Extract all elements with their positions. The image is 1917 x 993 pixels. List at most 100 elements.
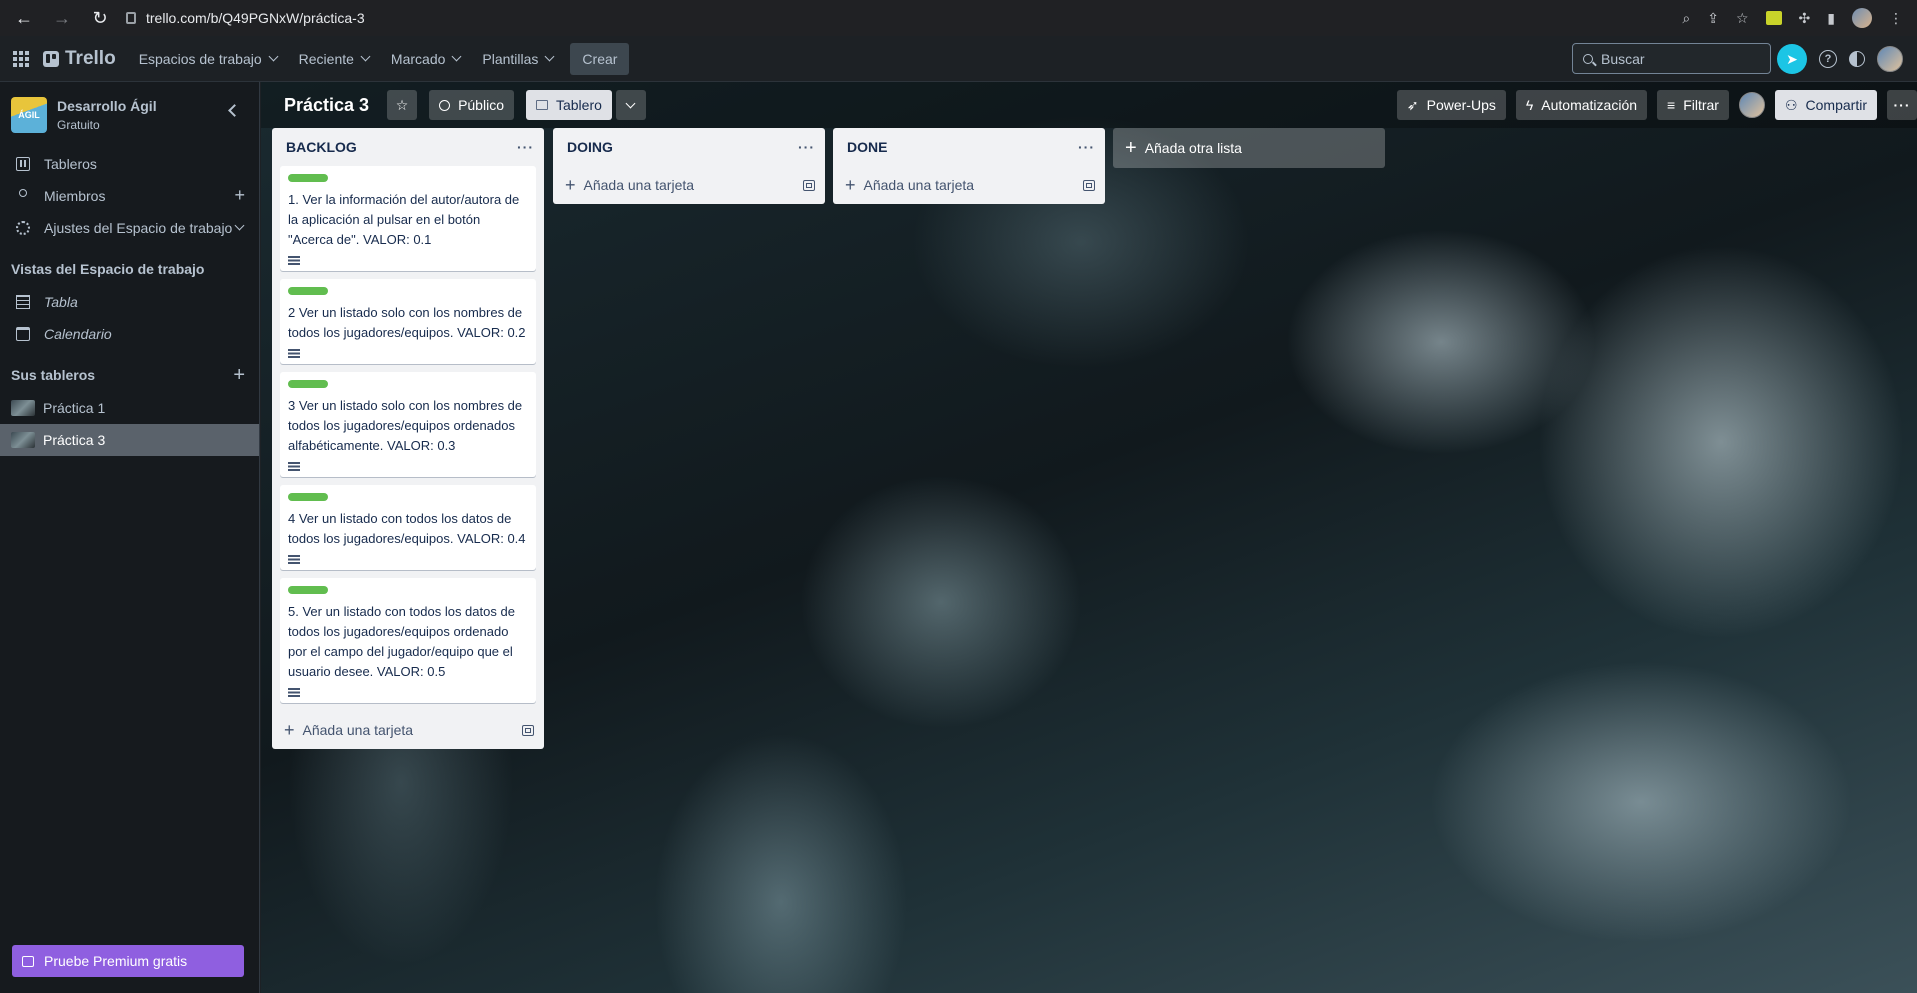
add-card-button[interactable]: + Añada una tarjeta (833, 166, 1105, 204)
trello-logo[interactable]: Trello (43, 48, 116, 70)
menu-recent[interactable]: Reciente (290, 43, 378, 75)
green-label[interactable] (288, 287, 328, 295)
card[interactable]: 3 Ver un listado solo con los nombres de… (280, 372, 536, 477)
board-view-icon (535, 100, 548, 110)
search-input[interactable]: Buscar (1572, 43, 1771, 74)
rocket-icon: ➶ (1406, 96, 1419, 113)
lock-icon (126, 12, 136, 24)
filter-button[interactable]: ≡ Filtrar (1657, 90, 1729, 120)
chevron-down-icon (544, 51, 555, 62)
plus-icon: + (1125, 137, 1137, 159)
plus-icon: + (845, 175, 856, 195)
green-label[interactable] (288, 586, 328, 594)
workspace-name[interactable]: Desarrollo Ágil (57, 98, 157, 114)
account-avatar[interactable] (1877, 46, 1903, 72)
add-member-icon[interactable]: + (234, 186, 245, 204)
star-board-button[interactable]: ☆ (387, 90, 418, 120)
extension-icon[interactable] (1765, 11, 1782, 25)
sidebar-item-calendar[interactable]: Calendario (0, 318, 259, 350)
list-header[interactable]: DONE ··· (833, 128, 1105, 166)
lightning-icon: ϟ (1525, 97, 1534, 113)
card-title: 5. Ver un listado con todos los datos de… (288, 604, 515, 679)
share-button[interactable]: ⚇ Compartir (1774, 90, 1877, 120)
card-template-icon[interactable] (522, 724, 534, 736)
card[interactable]: 1. Ver la información del autor/autora d… (280, 166, 536, 271)
view-switcher-button[interactable] (615, 90, 646, 120)
premium-trial-button[interactable]: Pruebe Premium gratis (12, 945, 244, 977)
list-menu-icon[interactable]: ··· (1078, 139, 1095, 155)
card-title: 3 Ver un listado solo con los nombres de… (288, 398, 523, 453)
board-menu-button[interactable]: ··· (1887, 90, 1917, 120)
bookmark-star-icon[interactable]: ☆ (1736, 10, 1749, 27)
member-avatar[interactable] (1738, 92, 1765, 118)
description-icon (288, 688, 300, 697)
automation-button[interactable]: ϟ Automatización (1515, 90, 1648, 120)
board-header: Práctica 3 ☆ Público Tablero ➶ Power-Ups … (261, 82, 1917, 128)
create-button[interactable]: Crear (570, 42, 630, 75)
visibility-button[interactable]: Público (429, 90, 514, 120)
puzzle-icon[interactable]: ✣ (1799, 10, 1811, 27)
list-header[interactable]: BACKLOG ··· (272, 128, 544, 166)
card[interactable]: 2 Ver un listado solo con los nombres de… (280, 279, 536, 364)
workspace-header: ÁGIL Desarrollo Ágil Gratuito (0, 82, 259, 148)
menu-starred[interactable]: Marcado (382, 43, 469, 75)
theme-icon[interactable] (1849, 51, 1865, 67)
list-header[interactable]: DOING ··· (553, 128, 825, 166)
sidebar-item-table[interactable]: Tabla (0, 286, 259, 318)
sidepanel-icon[interactable]: ▮ (1827, 10, 1835, 27)
sidebar-nav: Tableros Miembros + Ajustes del Espacio … (0, 148, 259, 244)
sidebar-board-practica-3[interactable]: Práctica 3 (0, 424, 259, 456)
green-label[interactable] (288, 174, 328, 182)
workspace-sidebar: ÁGIL Desarrollo Ágil Gratuito Tableros M… (0, 82, 260, 993)
gear-icon (16, 221, 30, 235)
green-label[interactable] (288, 493, 328, 501)
sidebar-item-settings[interactable]: Ajustes del Espacio de trabajo (0, 212, 259, 244)
forward-icon[interactable]: → (52, 8, 72, 29)
sidebar-board-practica-1[interactable]: Práctica 1 (0, 392, 259, 424)
list-menu-icon[interactable]: ··· (798, 139, 815, 155)
profile-avatar[interactable] (1852, 8, 1872, 28)
add-board-icon[interactable]: + (233, 364, 245, 387)
add-list-button[interactable]: + Añada otra lista (1113, 128, 1385, 168)
browser-nav: ← → ↻ (0, 8, 110, 29)
card-title: 4 Ver un listado con todos los datos de … (288, 511, 526, 546)
app-switcher-icon[interactable] (13, 50, 29, 67)
sidebar-item-boards[interactable]: Tableros (0, 148, 259, 180)
zoom-icon[interactable]: ⌕ (1682, 10, 1690, 27)
globe-icon (439, 99, 451, 111)
header-menu: Espacios de trabajo Reciente Marcado Pla… (130, 43, 563, 75)
green-label[interactable] (288, 380, 328, 388)
back-icon[interactable]: ← (14, 8, 34, 29)
add-card-button[interactable]: + Añada una tarjeta (553, 166, 825, 204)
url-text[interactable]: trello.com/b/Q49PGNxW/práctica-3 (146, 10, 365, 26)
description-icon (288, 256, 300, 265)
board-thumbnail (11, 432, 35, 448)
add-card-button[interactable]: + Añada una tarjeta (272, 711, 544, 749)
board-header-actions: ➶ Power-Ups ϟ Automatización ≡ Filtrar ⚇ Com… (1396, 90, 1917, 120)
menu-templates[interactable]: Plantillas (473, 43, 562, 75)
board-title[interactable]: Práctica 3 (284, 95, 369, 116)
browser-actions: ⌕ ⇪ ☆ ✣ ▮ ⋮ (1682, 0, 1903, 36)
collapse-sidebar-icon[interactable] (228, 104, 241, 117)
help-icon[interactable]: ? (1819, 50, 1837, 68)
kebab-menu-icon[interactable]: ⋮ (1889, 10, 1903, 27)
sidebar-item-members[interactable]: Miembros + (0, 180, 259, 212)
browser-toolbar: ← → ↻ trello.com/b/Q49PGNxW/práctica-3 ⌕… (0, 0, 1917, 36)
view-board-button[interactable]: Tablero (525, 90, 612, 120)
user-icon (19, 189, 27, 197)
list-menu-icon[interactable]: ··· (517, 139, 534, 155)
plus-icon: + (284, 720, 295, 740)
reload-icon[interactable]: ↻ (90, 8, 110, 29)
menu-workspaces[interactable]: Espacios de trabajo (130, 43, 286, 75)
card-template-icon[interactable] (803, 179, 815, 191)
share-page-icon[interactable]: ⇪ (1707, 10, 1719, 27)
notifications-icon[interactable]: ➤ (1777, 44, 1807, 74)
card-template-icon[interactable] (1083, 179, 1095, 191)
card[interactable]: 5. Ver un listado con todos los datos de… (280, 578, 536, 703)
address-bar[interactable]: trello.com/b/Q49PGNxW/práctica-3 (126, 10, 365, 26)
powerups-button[interactable]: ➶ Power-Ups (1396, 90, 1506, 120)
description-icon (288, 462, 300, 471)
list-backlog: BACKLOG ··· 1. Ver la información del au… (272, 128, 544, 749)
gift-icon (22, 955, 34, 967)
card[interactable]: 4 Ver un listado con todos los datos de … (280, 485, 536, 570)
